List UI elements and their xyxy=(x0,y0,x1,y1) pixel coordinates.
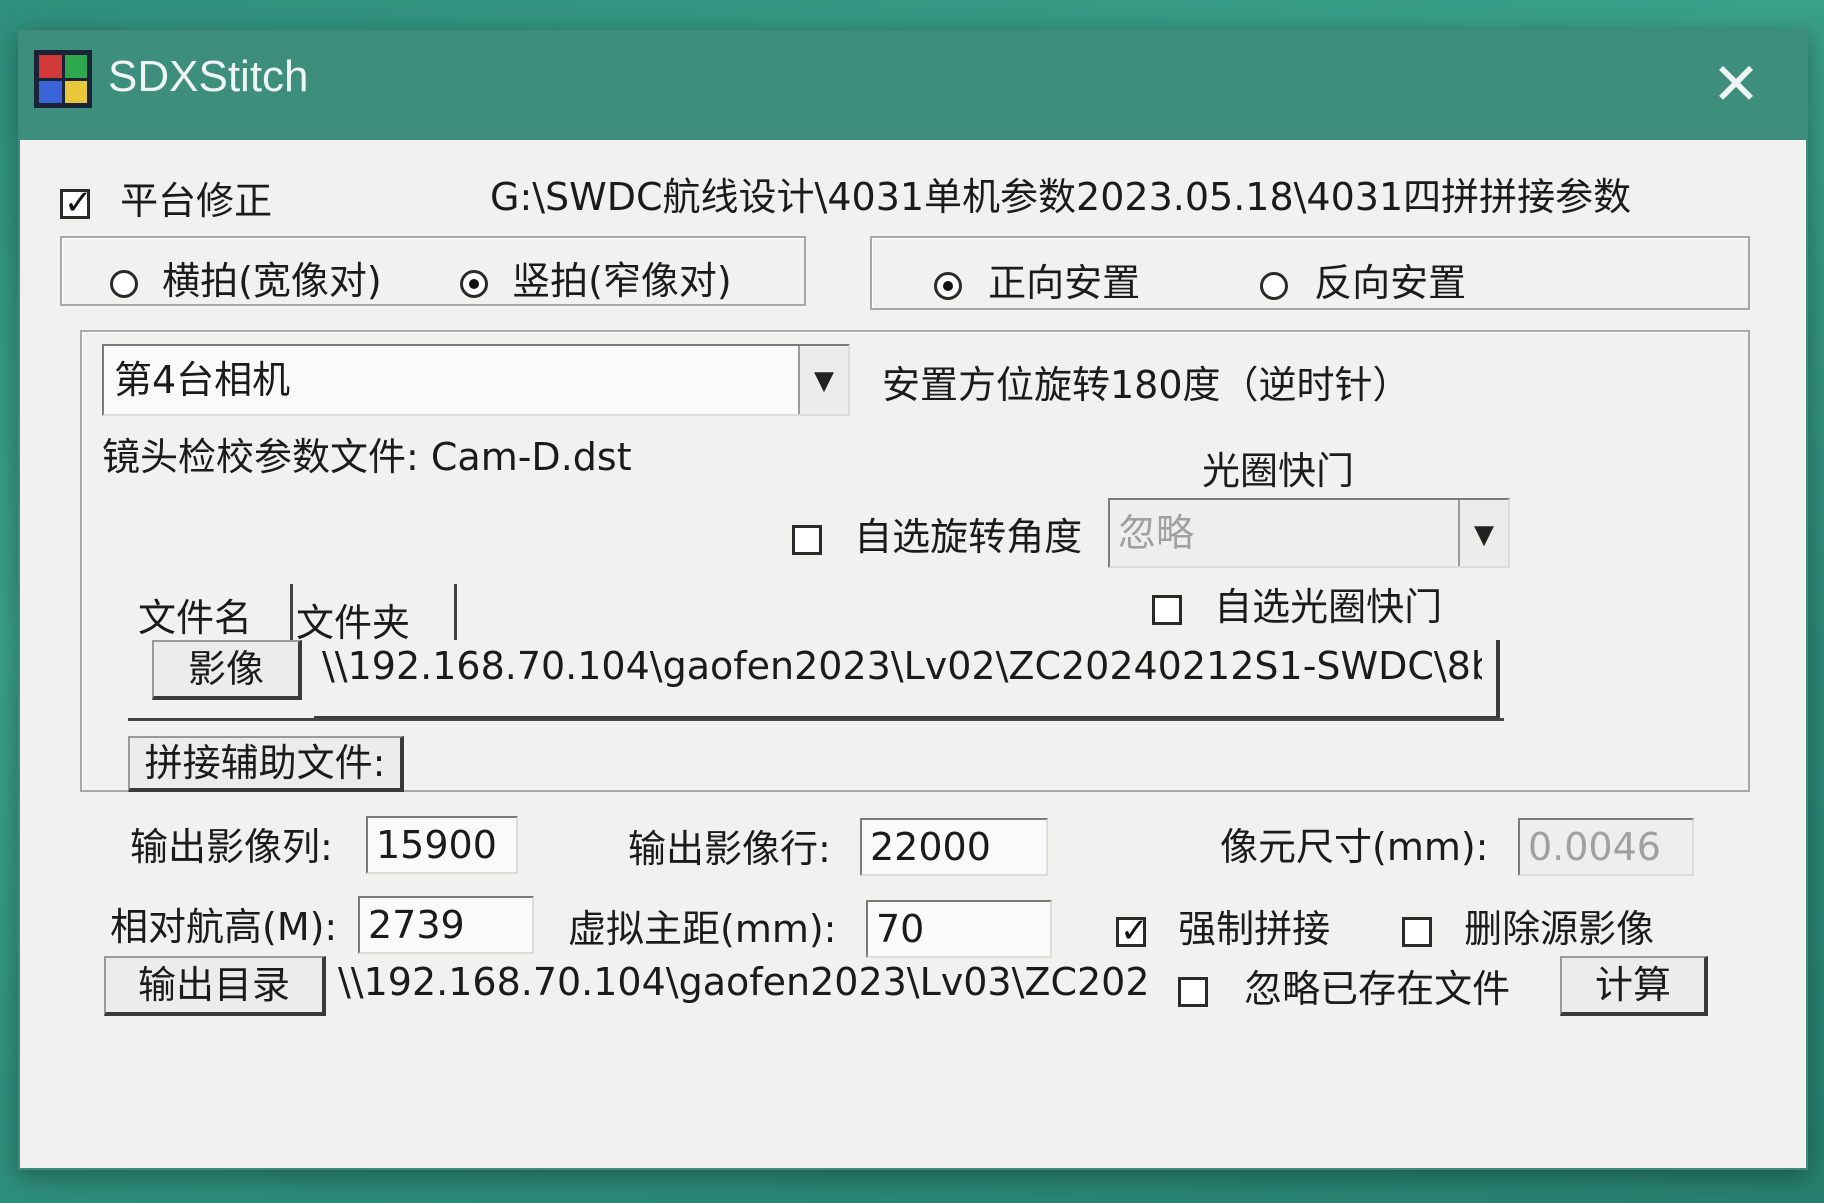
vertical-label: 竖拍(窄像对) xyxy=(512,259,732,303)
radio-icon xyxy=(110,269,138,298)
shoot-mode-group: 横拍(宽像对) 竖拍(窄像对) xyxy=(60,236,806,306)
forward-radio[interactable]: 正向安置 xyxy=(934,252,1140,307)
checkbox-icon xyxy=(1178,976,1208,1007)
chevron-down-icon[interactable]: ▼ xyxy=(1458,500,1508,566)
install-direction-group: 正向安置 反向安置 xyxy=(870,236,1750,310)
dialog-body: 平台修正 G:\SWDC航线设计\4031单机参数2023.05.18\4031… xyxy=(20,140,1806,1168)
flight-height-input[interactable]: 2739 xyxy=(358,896,534,954)
radio-selected-icon xyxy=(934,271,962,300)
radio-icon xyxy=(1260,271,1288,300)
tab-separator xyxy=(290,584,293,640)
vertical-radio[interactable]: 竖拍(窄像对) xyxy=(460,250,732,305)
output-dir-button[interactable]: 输出目录 xyxy=(104,956,326,1016)
checkbox-icon xyxy=(792,524,822,555)
checkbox-icon xyxy=(1152,594,1182,625)
tab-folder[interactable]: 文件夹 xyxy=(296,592,410,647)
output-cols-input[interactable]: 15900 xyxy=(366,816,518,874)
ignore-select[interactable]: 忽略 ▼ xyxy=(1108,498,1510,568)
tab-panel-border xyxy=(128,718,1504,721)
horizontal-label: 横拍(宽像对) xyxy=(162,259,382,303)
checkbox-icon xyxy=(1402,916,1432,947)
radio-selected-icon xyxy=(460,269,488,298)
rotation-text: 安置方位旋转180度（逆时针） xyxy=(882,363,1411,407)
chevron-down-icon[interactable]: ▼ xyxy=(798,346,848,414)
camera-select-value: 第4台相机 xyxy=(114,358,291,402)
output-cols-label: 输出影像列: xyxy=(130,825,333,869)
output-rows-label: 输出影像行: xyxy=(628,827,831,871)
custom-rotation-checkbox[interactable]: 自选旋转角度 xyxy=(792,506,1082,561)
custom-aperture-label: 自选光圈快门 xyxy=(1214,585,1443,629)
calib-file-label: 镜头检校参数文件: Cam-D.dst xyxy=(102,435,632,479)
title-bar[interactable]: SDXStitch ✕ xyxy=(20,32,1806,140)
force-stitch-label: 强制拼接 xyxy=(1178,907,1331,951)
platform-fix-label: 平台修正 xyxy=(120,179,273,223)
camera-select[interactable]: 第4台相机 ▼ xyxy=(102,344,850,416)
aperture-label: 光圈快门 xyxy=(1202,449,1355,493)
app-logo-icon xyxy=(34,50,92,108)
focal-length-label: 虚拟主距(mm): xyxy=(568,907,837,951)
ignore-select-value: 忽略 xyxy=(1118,511,1195,555)
flight-height-label: 相对航高(M): xyxy=(110,905,338,949)
pixel-size-label: 像元尺寸(mm): xyxy=(1220,825,1489,869)
output-dir-path: \\192.168.70.104\gaofen2023\Lv03\ZC202 xyxy=(338,960,1150,1004)
horizontal-radio[interactable]: 横拍(宽像对) xyxy=(110,250,382,305)
delete-source-label: 删除源影像 xyxy=(1464,907,1655,951)
image-path: \\192.168.70.104\gaofen2023\Lv02\ZC20240… xyxy=(322,644,1482,688)
tab-filename[interactable]: 文件名 xyxy=(138,587,252,642)
camera-group: 第4台相机 ▼ 安置方位旋转180度（逆时针） 镜头检校参数文件: Cam-D.… xyxy=(80,330,1750,792)
compute-button[interactable]: 计算 xyxy=(1560,956,1708,1016)
reverse-radio[interactable]: 反向安置 xyxy=(1260,252,1466,307)
reverse-label: 反向安置 xyxy=(1314,261,1467,305)
check-icon xyxy=(60,183,93,223)
custom-rotation-label: 自选旋转角度 xyxy=(854,515,1083,559)
delete-source-checkbox[interactable]: 删除源影像 xyxy=(1402,898,1654,953)
image-button[interactable]: 影像 xyxy=(152,640,302,700)
tab-separator xyxy=(454,584,457,640)
output-rows-input[interactable]: 22000 xyxy=(860,818,1048,876)
platform-fix-checkbox[interactable]: 平台修正 xyxy=(60,170,272,225)
window-title: SDXStitch xyxy=(108,52,309,101)
focal-length-input[interactable]: 70 xyxy=(866,900,1052,958)
ignore-existing-label: 忽略已存在文件 xyxy=(1244,967,1511,1011)
ignore-existing-checkbox[interactable]: 忽略已存在文件 xyxy=(1178,958,1510,1013)
app-window: SDXStitch ✕ 平台修正 G:\SWDC航线设计\4031单机参数202… xyxy=(18,30,1808,1170)
custom-aperture-checkbox[interactable]: 自选光圈快门 xyxy=(1152,576,1442,631)
force-stitch-checkbox[interactable]: 强制拼接 xyxy=(1116,898,1330,953)
forward-label: 正向安置 xyxy=(988,261,1141,305)
param-path: G:\SWDC航线设计\4031单机参数2023.05.18\4031四拼拼接参… xyxy=(490,175,1632,219)
close-icon[interactable]: ✕ xyxy=(1704,52,1768,116)
pixel-size-input[interactable]: 0.0046 xyxy=(1518,818,1694,876)
check-icon xyxy=(1116,911,1149,951)
stitch-aux-button[interactable]: 拼接辅助文件: xyxy=(128,736,404,792)
